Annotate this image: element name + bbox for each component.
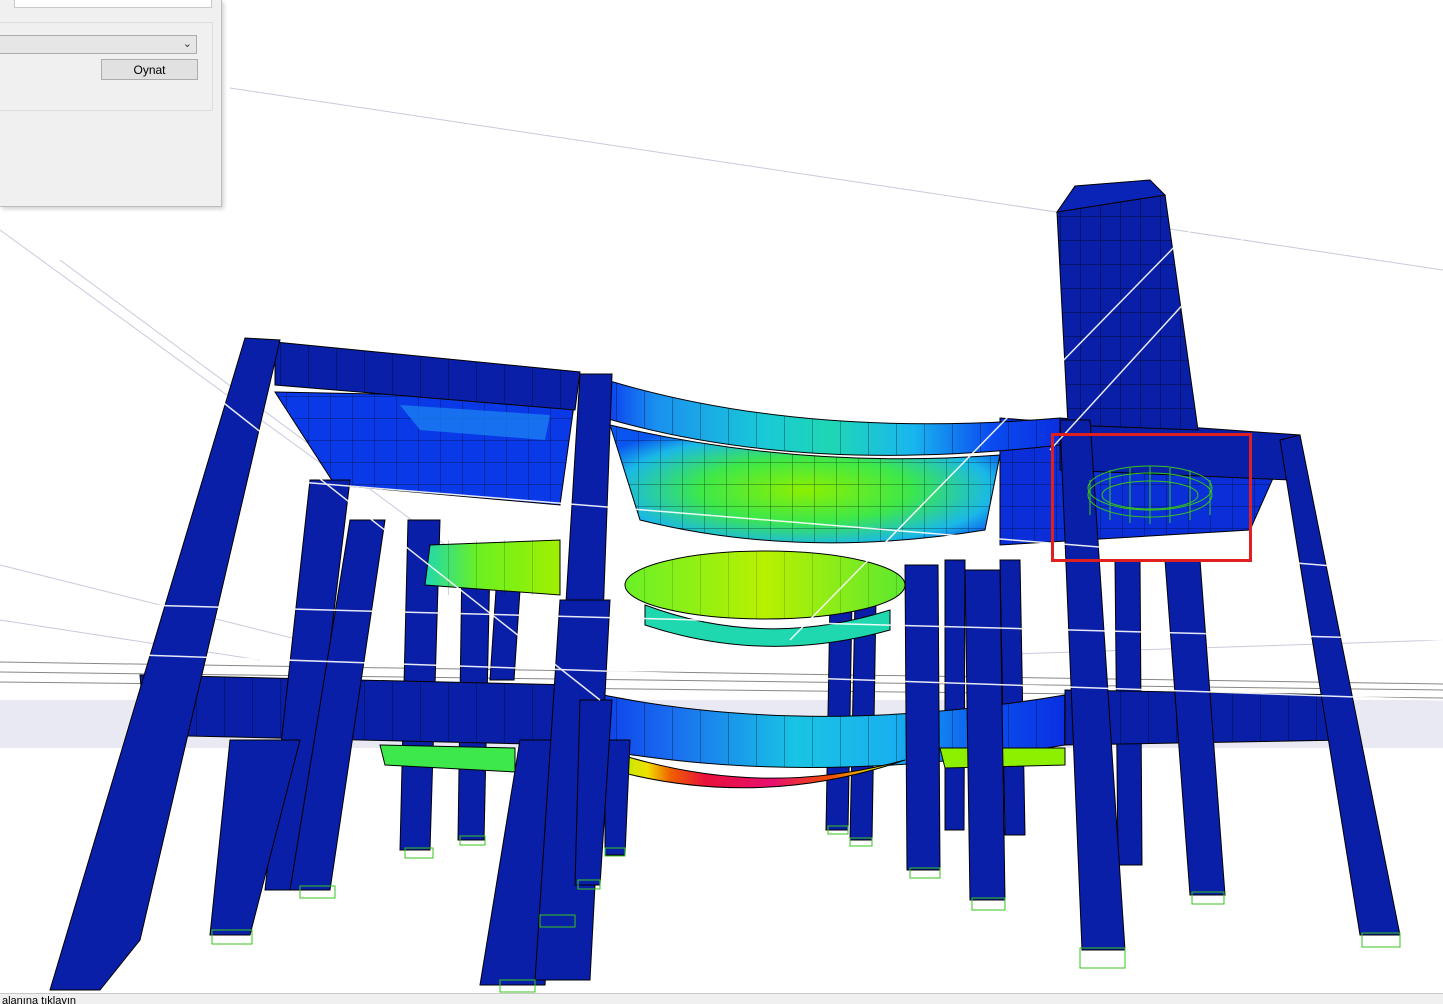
play-button[interactable]: Oynat (101, 59, 198, 80)
chevron-down-icon[interactable]: ⌄ (183, 37, 192, 50)
value-input[interactable] (14, 0, 212, 8)
mode-dropdown[interactable]: ⌄ (0, 35, 197, 54)
selection-rectangle (1051, 433, 1252, 562)
chimney-tower (1055, 179, 1199, 431)
lower-slab-left (379, 744, 516, 773)
playback-dialog: ⌄ Oynat (0, 0, 222, 207)
status-bar: alanına tıklayın (0, 993, 1443, 1004)
